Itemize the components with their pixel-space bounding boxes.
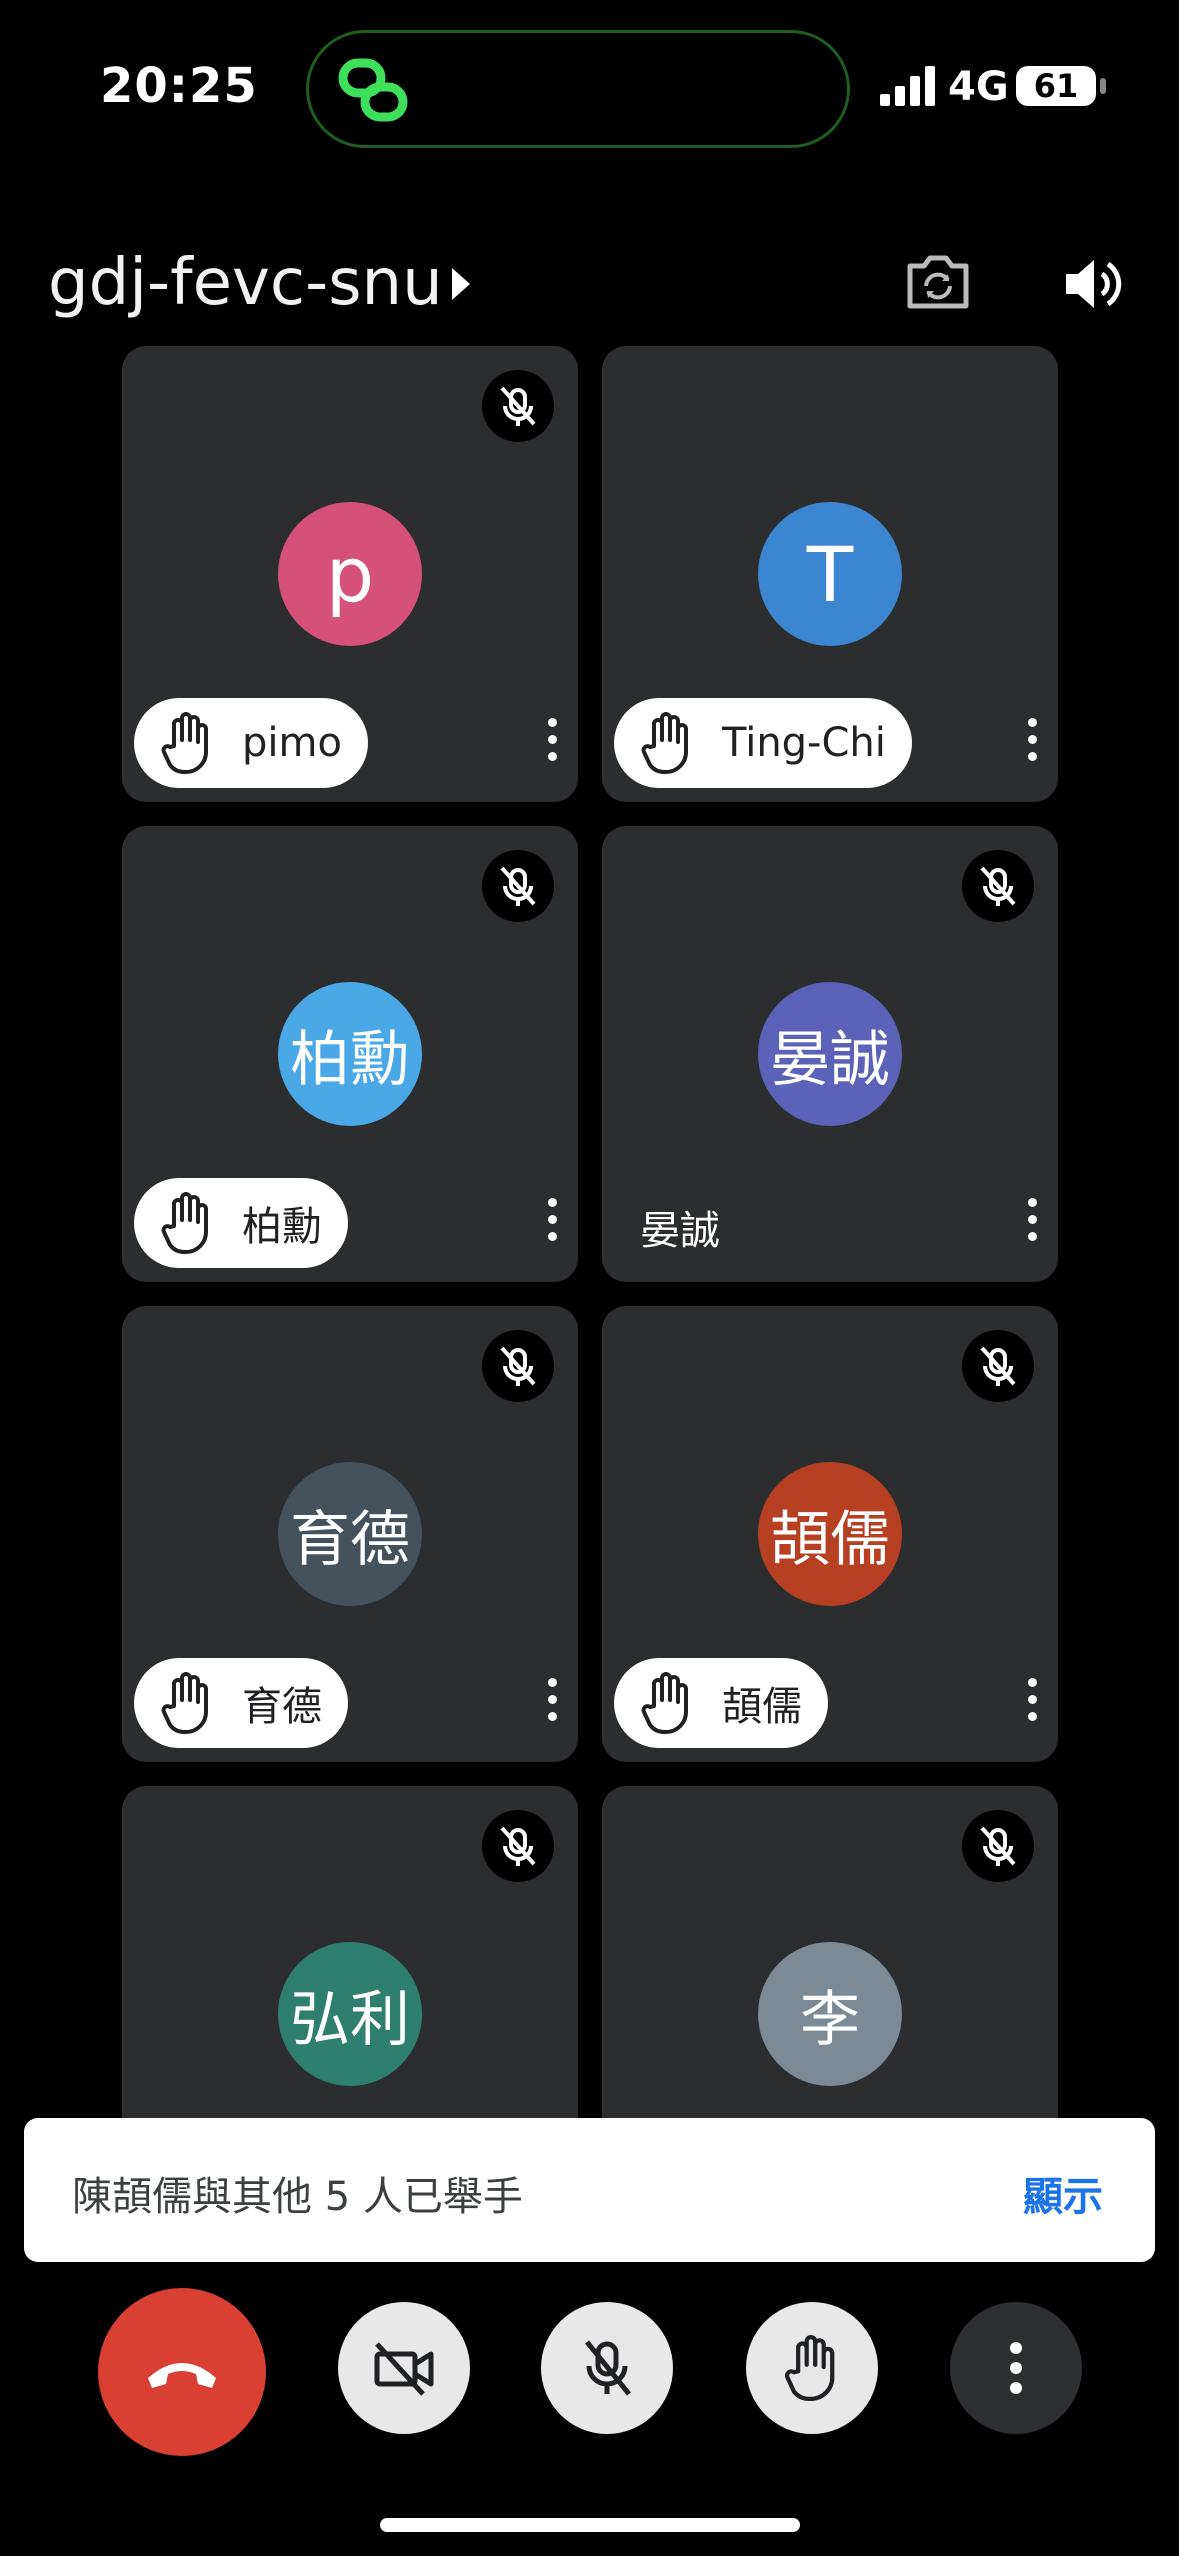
raise-hand-button[interactable] (746, 2302, 878, 2434)
avatar: T (758, 502, 902, 646)
participant-tile-pimo[interactable]: p pimo (122, 346, 578, 802)
raised-hand-icon (161, 712, 208, 774)
more-options-icon[interactable] (1024, 1678, 1040, 1730)
muted-mic-icon (482, 1810, 554, 1882)
raised-hand-icon (641, 1672, 688, 1734)
hang-up-icon (148, 2363, 216, 2388)
participant-name: 晏誠 (640, 1208, 720, 1254)
meeting-code[interactable]: gdj-fevc-snu (48, 246, 443, 320)
participant-tile-yan-cheng[interactable]: 晏誠 晏誠 (602, 826, 1058, 1282)
participant-name: Ting-Chi (722, 720, 886, 766)
show-button[interactable]: 顯示 (1023, 2164, 1103, 2222)
avatar: 弘利 (278, 1942, 422, 2086)
camera-off-icon (374, 2342, 434, 2396)
network-type: 4G (948, 64, 1009, 110)
notification-text: 陳頡儒與其他 5 人已舉手 (72, 2174, 523, 2220)
name-badge: pimo (134, 698, 368, 788)
avatar: 晏誠 (758, 982, 902, 1126)
avatar: 李 (758, 1942, 902, 2086)
more-options-icon[interactable] (544, 718, 560, 770)
muted-mic-icon (962, 1330, 1034, 1402)
participant-name: 頡儒 (722, 1684, 802, 1730)
switch-camera-icon[interactable] (904, 252, 972, 312)
avatar: 育德 (278, 1462, 422, 1606)
raised-hand-icon (161, 1672, 208, 1734)
home-indicator[interactable] (380, 2518, 800, 2532)
raised-hand-icon (161, 1192, 208, 1254)
participant-tile-bo-xun[interactable]: 柏勳 柏勳 (122, 826, 578, 1282)
raised-hand-icon (641, 712, 688, 774)
name-badge: 柏勳 (134, 1178, 348, 1268)
participant-tile-yu-de[interactable]: 育德 育德 (122, 1306, 578, 1762)
muted-mic-icon (482, 850, 554, 922)
meeting-info-arrow-icon[interactable] (452, 268, 470, 300)
raised-hands-notification: 陳頡儒與其他 5 人已舉手 顯示 (24, 2118, 1155, 2262)
more-options-button[interactable] (950, 2302, 1082, 2434)
participant-name: 育德 (242, 1684, 322, 1730)
camera-toggle-button[interactable] (338, 2302, 470, 2434)
more-vert-icon (1010, 2342, 1022, 2394)
name-badge: 育德 (134, 1658, 348, 1748)
more-options-icon[interactable] (1024, 1198, 1040, 1250)
battery-indicator: 61 (1016, 66, 1096, 106)
mic-off-icon (585, 2340, 631, 2396)
participant-tile-ting-chi[interactable]: T Ting-Chi (602, 346, 1058, 802)
participant-name: 柏勳 (242, 1204, 322, 1250)
name-badge: Ting-Chi (614, 698, 912, 788)
microphone-toggle-button[interactable] (541, 2302, 673, 2434)
cellular-signal-icon (880, 66, 935, 106)
participant-tile-jie-ru[interactable]: 頡儒 頡儒 (602, 1306, 1058, 1762)
more-options-icon[interactable] (544, 1678, 560, 1730)
muted-mic-icon (962, 1810, 1034, 1882)
avatar: 柏勳 (278, 982, 422, 1126)
avatar: p (278, 502, 422, 646)
dynamic-island (306, 30, 850, 148)
more-options-icon[interactable] (544, 1198, 560, 1250)
raise-hand-icon (784, 2335, 835, 2401)
more-options-icon[interactable] (1024, 718, 1040, 770)
link-icon (338, 58, 408, 122)
muted-mic-icon (962, 850, 1034, 922)
speaker-icon[interactable] (1062, 254, 1124, 314)
end-call-button[interactable] (98, 2288, 266, 2456)
battery-tip (1100, 78, 1106, 94)
avatar: 頡儒 (758, 1462, 902, 1606)
participant-name: pimo (242, 720, 342, 766)
name-badge: 頡儒 (614, 1658, 828, 1748)
muted-mic-icon (482, 1330, 554, 1402)
muted-mic-icon (482, 370, 554, 442)
status-time: 20:25 (100, 58, 258, 114)
